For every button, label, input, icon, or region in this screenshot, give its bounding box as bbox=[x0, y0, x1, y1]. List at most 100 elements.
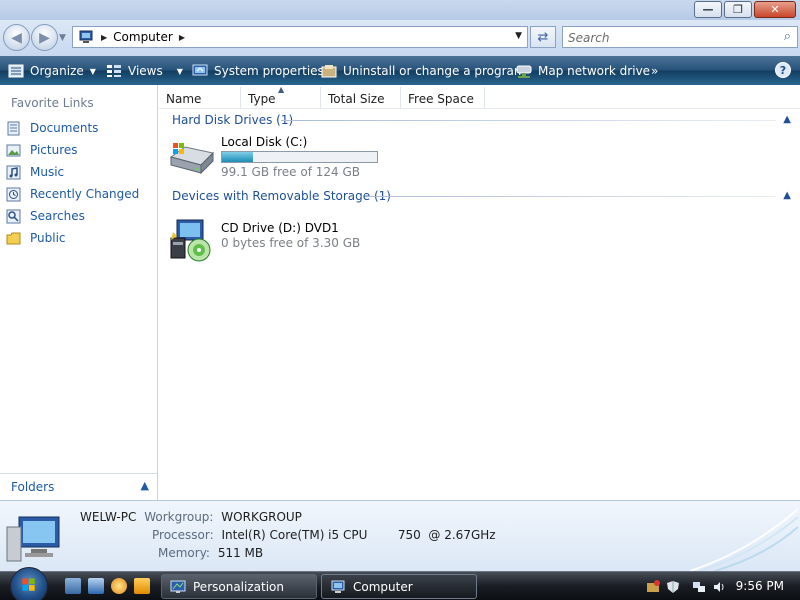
collapse-group-icon[interactable]: ▲ bbox=[783, 190, 791, 201]
drive-name: CD Drive (D:) DVD1 bbox=[221, 221, 339, 235]
map-network-drive-button[interactable]: Map network drive bbox=[516, 62, 650, 80]
memory-value: 511 MB bbox=[217, 546, 264, 560]
maximize-button[interactable]: ❐ bbox=[724, 1, 752, 18]
tray-shield-icon[interactable] bbox=[666, 580, 680, 594]
search-icon[interactable]: ⌕ bbox=[784, 29, 791, 44]
task-computer[interactable]: Computer bbox=[321, 574, 477, 599]
search-placeholder: Search bbox=[568, 31, 610, 45]
nav-link-label: Documents bbox=[30, 121, 99, 135]
close-button[interactable]: ✕ bbox=[754, 1, 796, 18]
security-alert-icon[interactable] bbox=[646, 579, 660, 594]
documents-icon bbox=[7, 121, 20, 135]
address-history-dropdown-icon[interactable]: ▼ bbox=[515, 31, 522, 41]
uninstall-program-label: Uninstall or change a program bbox=[343, 64, 526, 78]
nav-link-pictures[interactable]: Pictures bbox=[6, 141, 78, 159]
refresh-icon: ⇄ bbox=[537, 29, 549, 45]
sort-ascending-icon: ▲ bbox=[278, 85, 285, 94]
back-button[interactable]: ◀ bbox=[3, 24, 30, 51]
group-divider bbox=[367, 196, 776, 197]
windows-logo-icon bbox=[22, 578, 35, 591]
column-headers: Name Type ▲ Total Size Free Space bbox=[159, 85, 800, 109]
uninstall-program-icon bbox=[321, 65, 337, 78]
media-player-icon[interactable] bbox=[134, 578, 150, 594]
system-properties-icon bbox=[192, 64, 208, 76]
system-properties-label: System properties bbox=[214, 64, 324, 78]
nav-link-documents[interactable]: Documents bbox=[6, 119, 98, 137]
breadcrumb-computer[interactable]: Computer bbox=[113, 30, 173, 44]
title-bar: — ❐ ✕ bbox=[0, 0, 800, 20]
folders-label: Folders bbox=[11, 480, 55, 494]
browser-icon[interactable] bbox=[111, 578, 127, 594]
breadcrumb-separator-icon[interactable]: ▶ bbox=[101, 33, 107, 42]
chevron-down-icon: ▼ bbox=[176, 66, 183, 76]
pictures-icon bbox=[6, 144, 21, 156]
workgroup-value: WORKGROUP bbox=[221, 510, 302, 524]
nav-link-music[interactable]: Music bbox=[6, 163, 64, 181]
network-drive-icon bbox=[516, 65, 532, 78]
taskbar: Personalization Computer 9:56 PM bbox=[0, 567, 800, 600]
memory-label: Memory: bbox=[158, 546, 210, 560]
uninstall-program-button[interactable]: Uninstall or change a program bbox=[321, 62, 526, 80]
switch-windows-icon[interactable] bbox=[88, 578, 104, 594]
drive-name: Local Disk (C:) bbox=[221, 135, 308, 149]
clock[interactable]: 9:56 PM bbox=[736, 579, 784, 593]
views-menu[interactable]: Views ▼ bbox=[106, 62, 183, 80]
command-bar: Organize ▼ Views ▼ System properties Uni… bbox=[0, 56, 800, 85]
task-label: Personalization bbox=[193, 579, 284, 594]
show-desktop-icon[interactable] bbox=[65, 578, 81, 594]
help-button[interactable]: ? bbox=[775, 62, 791, 78]
minimize-button[interactable]: — bbox=[694, 1, 722, 18]
searches-icon bbox=[6, 209, 21, 223]
drive-cd-drive-d[interactable]: CD Drive (D:) DVD1 0 bytes free of 3.30 … bbox=[167, 218, 467, 268]
map-network-drive-label: Map network drive bbox=[538, 64, 651, 78]
nav-link-searches[interactable]: Searches bbox=[6, 207, 85, 225]
nav-link-label: Public bbox=[30, 231, 66, 245]
group-header-hard-disk-drives[interactable]: Hard Disk Drives (1) bbox=[172, 113, 293, 127]
address-bar[interactable]: ▶ Computer ▶ ▼ bbox=[72, 26, 528, 48]
back-arrow-icon: ◀ bbox=[11, 29, 22, 46]
navigation-pane: Favorite Links Documents Pictures Music … bbox=[0, 85, 158, 500]
organize-icon bbox=[8, 64, 24, 78]
folders-toggle[interactable]: Folders ▲ bbox=[0, 473, 157, 500]
processor-value: Intel(R) Core(TM) i5 CPU 750 @ 2.67GHz bbox=[221, 528, 496, 542]
column-header-name[interactable]: Name bbox=[159, 87, 241, 109]
system-properties-button[interactable]: System properties bbox=[192, 62, 324, 80]
computer-icon bbox=[331, 580, 345, 593]
drive-usage-fill bbox=[222, 152, 253, 162]
task-personalization[interactable]: Personalization bbox=[161, 574, 317, 599]
group-header-removable-storage[interactable]: Devices with Removable Storage (1) bbox=[172, 189, 391, 203]
drive-local-disk-c[interactable]: Local Disk (C:) 99.1 GB free of 124 GB bbox=[167, 135, 467, 185]
organize-label: Organize bbox=[30, 64, 84, 78]
nav-link-label: Music bbox=[30, 165, 65, 179]
breadcrumb-separator-icon[interactable]: ▶ bbox=[179, 33, 185, 42]
column-header-free-space[interactable]: Free Space bbox=[401, 87, 485, 109]
cd-drive-icon bbox=[170, 219, 211, 262]
recent-pages-dropdown-icon[interactable]: ▼ bbox=[59, 33, 66, 43]
nav-link-public[interactable]: Public bbox=[6, 229, 66, 247]
collapse-group-icon[interactable]: ▲ bbox=[783, 114, 791, 125]
nav-link-label: Pictures bbox=[30, 143, 78, 157]
volume-icon[interactable] bbox=[712, 580, 726, 594]
group-divider bbox=[281, 120, 776, 121]
network-icon[interactable] bbox=[692, 580, 706, 594]
forward-arrow-icon: ▶ bbox=[39, 29, 50, 46]
views-icon bbox=[107, 65, 121, 77]
more-commands-button[interactable]: » bbox=[651, 62, 658, 80]
nav-link-recently-changed[interactable]: Recently Changed bbox=[6, 185, 139, 203]
search-input[interactable]: Search ⌕ bbox=[562, 26, 798, 48]
chevron-down-icon: ▼ bbox=[89, 66, 96, 76]
start-button[interactable] bbox=[10, 567, 48, 600]
window-controls: — ❐ ✕ bbox=[694, 1, 796, 18]
music-icon bbox=[6, 165, 21, 179]
personalization-icon bbox=[170, 580, 186, 593]
column-header-total-size[interactable]: Total Size bbox=[321, 87, 401, 109]
refresh-button[interactable]: ⇄ bbox=[530, 26, 556, 48]
more-commands-icon: » bbox=[651, 64, 659, 78]
computer-icon bbox=[6, 516, 60, 562]
organize-menu[interactable]: Organize ▼ bbox=[8, 62, 96, 80]
chevron-up-icon: ▲ bbox=[140, 479, 149, 492]
drive-free-space: 99.1 GB free of 124 GB bbox=[221, 165, 360, 179]
drive-usage-bar bbox=[221, 151, 378, 163]
drive-free-space: 0 bytes free of 3.30 GB bbox=[221, 236, 361, 250]
forward-button[interactable]: ▶ bbox=[31, 24, 58, 51]
